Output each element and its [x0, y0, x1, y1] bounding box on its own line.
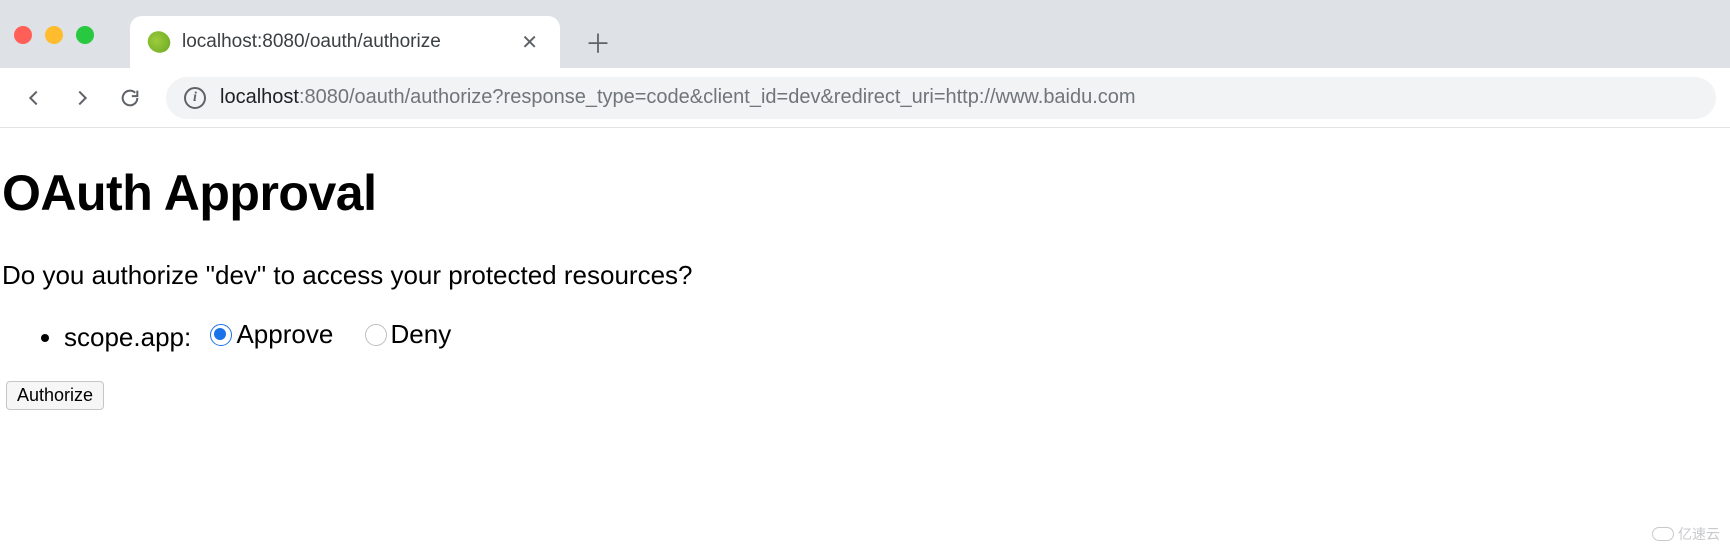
window-maximize-button[interactable] [76, 26, 94, 44]
window-minimize-button[interactable] [45, 26, 63, 44]
new-tab-button[interactable]: ＋ [578, 22, 618, 62]
reload-icon [119, 87, 141, 109]
page-title: OAuth Approval [0, 164, 1730, 222]
watermark-icon [1652, 527, 1674, 541]
approve-label[interactable]: Approve [236, 319, 333, 350]
deny-label[interactable]: Deny [391, 319, 452, 350]
browser-toolbar: i localhost:8080/oauth/authorize?respons… [0, 68, 1730, 128]
scope-label: scope.app: [64, 322, 191, 352]
url-host: localhost [220, 86, 299, 108]
deny-radio[interactable] [365, 324, 387, 346]
authorize-form: Authorize [0, 381, 1730, 410]
page-content: OAuth Approval Do you authorize "dev" to… [0, 128, 1730, 410]
url-path: :8080/oauth/authorize?response_type=code… [299, 86, 1136, 108]
scope-list: scope.app: Approve Deny [0, 319, 1730, 353]
spring-leaf-icon [145, 28, 173, 56]
url-text: localhost:8080/oauth/authorize?response_… [220, 86, 1136, 109]
browser-tab-strip: localhost:8080/oauth/authorize ✕ ＋ [0, 0, 1730, 68]
forward-button[interactable] [62, 78, 102, 118]
watermark: 亿速云 [1652, 524, 1720, 544]
watermark-text: 亿速云 [1678, 524, 1720, 544]
site-info-icon[interactable]: i [184, 87, 206, 109]
scope-item: scope.app: Approve Deny [64, 319, 1730, 353]
authorize-button[interactable]: Authorize [6, 381, 104, 410]
close-tab-icon[interactable]: ✕ [517, 30, 542, 55]
window-close-button[interactable] [14, 26, 32, 44]
arrow-left-icon [23, 87, 45, 109]
approve-radio[interactable] [210, 324, 232, 346]
back-button[interactable] [14, 78, 54, 118]
authorize-prompt: Do you authorize "dev" to access your pr… [0, 260, 1730, 291]
reload-button[interactable] [110, 78, 150, 118]
window-controls [14, 26, 94, 44]
arrow-right-icon [71, 87, 93, 109]
address-bar[interactable]: i localhost:8080/oauth/authorize?respons… [166, 77, 1716, 119]
browser-tab[interactable]: localhost:8080/oauth/authorize ✕ [130, 16, 560, 68]
tab-title: localhost:8080/oauth/authorize [182, 31, 505, 53]
